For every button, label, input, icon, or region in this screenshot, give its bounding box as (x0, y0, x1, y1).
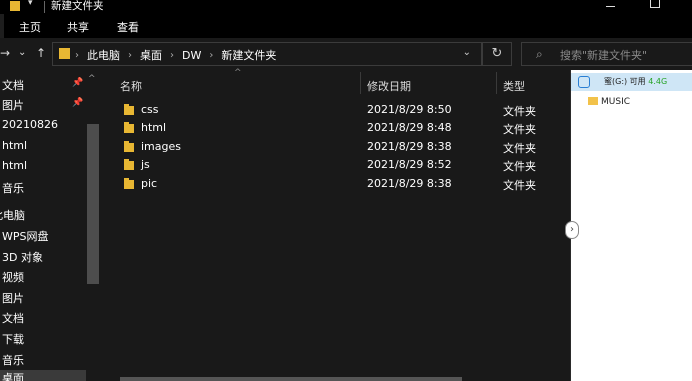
nav-item-music-2[interactable]: 音乐 (2, 352, 24, 368)
folder-icon (59, 48, 70, 59)
file-date: 2021/8/29 8:38 (367, 177, 452, 190)
tab-home[interactable]: 主页 (19, 19, 41, 35)
nav-item-desktop[interactable]: 桌面 (0, 370, 86, 381)
file-list: ^ 名称 修改日期 类型 css 2021/8/29 8:50 文件夹 html… (101, 68, 570, 381)
nav-item-downloads[interactable]: 下载 (2, 331, 24, 347)
file-type: 文件夹 (503, 142, 536, 155)
file-name: pic (141, 177, 158, 190)
nav-item-3d-objects[interactable]: 3D 对象 (2, 249, 43, 265)
file-date: 2021/8/29 8:38 (367, 140, 452, 153)
breadcrumb-this-pc[interactable]: 此电脑 (87, 47, 120, 63)
file-name: css (141, 103, 159, 116)
tab-view[interactable]: 查看 (117, 19, 139, 35)
side-panel: 蜜(G:) 可用 4.4G MUSIC › (565, 70, 692, 381)
file-row-html[interactable]: html 2021/8/29 8:48 文件夹 (121, 121, 570, 139)
file-row-css[interactable]: css 2021/8/29 8:50 文件夹 (121, 103, 570, 121)
address-dropdown-icon[interactable]: ⌄ (463, 47, 471, 58)
forward-arrow-icon[interactable]: → (0, 46, 10, 60)
refresh-icon: ↻ (491, 46, 503, 61)
file-type: 文件夹 (503, 123, 536, 136)
drive-icon (578, 76, 590, 88)
chevron-right-icon: › (570, 224, 574, 235)
pin-icon[interactable]: 📌 (72, 98, 83, 108)
nav-item-html[interactable]: html (2, 139, 27, 152)
chevron-right-icon: › (75, 49, 79, 61)
side-folder-music[interactable]: MUSIC (588, 97, 630, 107)
chevron-right-icon[interactable]: › (170, 50, 174, 61)
column-divider[interactable] (360, 72, 361, 94)
address-bar[interactable]: › 此电脑 › 桌面 › DW › 新建文件夹 ⌄ (52, 42, 482, 66)
file-type: 文件夹 (503, 179, 536, 192)
tab-share[interactable]: 共享 (67, 19, 89, 35)
folder-icon (124, 104, 134, 115)
folder-icon (124, 122, 134, 133)
breadcrumb: › 此电脑 › 桌面 › DW › 新建文件夹 (75, 47, 276, 63)
nav-item-html-2[interactable]: html (2, 159, 27, 172)
window-title: 新建文件夹 (51, 0, 104, 12)
sort-caret-icon: ^ (234, 68, 242, 78)
search-box[interactable]: ⌕ 搜索"新建文件夹" (521, 42, 692, 66)
refresh-button[interactable]: ↻ (482, 42, 512, 66)
navigation-pane: ^ 文档 📌 图片 📌 20210826 html html 音乐 此电脑 WP… (0, 70, 101, 381)
pin-icon[interactable]: 📌 (72, 78, 83, 88)
nav-item-20210826[interactable]: 20210826 (2, 118, 58, 131)
file-name: images (141, 140, 181, 153)
search-icon: ⌕ (536, 47, 543, 61)
folder-icon (588, 97, 598, 105)
nav-scrollbar-thumb[interactable] (87, 124, 99, 284)
search-placeholder: 搜索"新建文件夹" (560, 49, 648, 62)
nav-item-music[interactable]: 音乐 (2, 180, 24, 196)
side-folder-label: MUSIC (601, 97, 631, 107)
file-row-pic[interactable]: pic 2021/8/29 8:38 文件夹 (121, 177, 570, 195)
file-date: 2021/8/29 8:50 (367, 103, 452, 116)
nav-item-videos[interactable]: 视频 (2, 269, 24, 285)
nav-item-wps-drive[interactable]: WPS网盘 (2, 228, 49, 244)
chevron-right-icon[interactable]: › (128, 50, 132, 61)
expand-panel-button[interactable]: › (565, 221, 579, 239)
file-type: 文件夹 (503, 105, 536, 118)
breadcrumb-desktop[interactable]: 桌面 (140, 47, 162, 63)
file-type: 文件夹 (503, 160, 536, 173)
scroll-up-icon[interactable]: ^ (88, 74, 96, 84)
file-name: js (141, 158, 150, 171)
breadcrumb-new-folder[interactable]: 新建文件夹 (221, 47, 276, 63)
nav-item-pictures[interactable]: 图片 (2, 97, 24, 113)
address-row: → ⌄ ↑ › 此电脑 › 桌面 › DW › 新建文件夹 ⌄ ↻ ⌕ 搜索"新… (0, 38, 692, 70)
column-divider[interactable] (496, 72, 497, 94)
nav-item-documents-2[interactable]: 文档 (2, 310, 24, 326)
file-date: 2021/8/29 8:52 (367, 158, 452, 171)
recent-locations-icon[interactable]: ⌄ (18, 47, 26, 58)
title-bar: ▾ 新建文件夹 (0, 0, 692, 14)
column-header: ^ 名称 修改日期 类型 (101, 68, 570, 96)
folder-icon (10, 1, 20, 11)
nav-item-documents[interactable]: 文档 (2, 77, 24, 93)
quick-access-dropdown-icon[interactable]: ▾ (28, 0, 33, 8)
breadcrumb-dw[interactable]: DW (182, 49, 201, 62)
column-date[interactable]: 修改日期 (367, 78, 411, 94)
up-arrow-icon[interactable]: ↑ (36, 46, 46, 60)
folder-icon (124, 178, 134, 189)
nav-item-this-pc[interactable]: 此电脑 (0, 207, 25, 223)
chevron-right-icon[interactable]: › (209, 50, 213, 61)
folder-icon (124, 159, 134, 170)
column-name[interactable]: 名称 (120, 78, 142, 94)
title-separator (44, 1, 45, 13)
horizontal-scrollbar-thumb[interactable] (120, 377, 462, 381)
drive-row[interactable]: 蜜(G:) 可用 4.4G (571, 73, 692, 91)
drive-free-space: 4.4G (648, 77, 668, 86)
maximize-button[interactable] (650, 0, 660, 8)
folder-icon (124, 141, 134, 152)
file-date: 2021/8/29 8:48 (367, 121, 452, 134)
minimize-button[interactable] (606, 6, 615, 7)
column-type[interactable]: 类型 (503, 78, 525, 94)
nav-item-pictures-2[interactable]: 图片 (2, 290, 24, 306)
file-tab[interactable] (0, 14, 4, 38)
file-row-js[interactable]: js 2021/8/29 8:52 文件夹 (121, 158, 570, 176)
file-row-images[interactable]: images 2021/8/29 8:38 文件夹 (121, 140, 570, 158)
ribbon-tabs: 主页 共享 查看 (0, 14, 692, 38)
file-name: html (141, 121, 167, 134)
drive-label: 蜜(G:) 可用 4.4G (604, 77, 668, 86)
